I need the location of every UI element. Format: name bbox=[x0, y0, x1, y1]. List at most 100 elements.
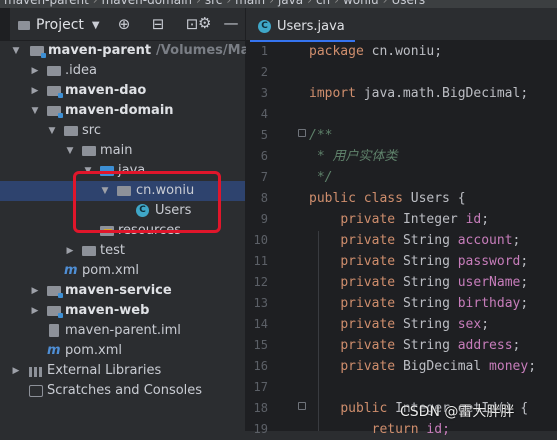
folder-icon bbox=[47, 66, 61, 76]
watermark-text: CSDN @雷大胖胖 bbox=[400, 404, 515, 420]
chevron-right-icon[interactable]: ▶ bbox=[29, 81, 41, 101]
hide-panel-icon[interactable]: — bbox=[223, 14, 238, 32]
tree-item-label: Scratches and Consoles bbox=[47, 383, 203, 398]
module-icon bbox=[47, 86, 63, 98]
tree-item-label: maven-domain bbox=[65, 103, 174, 118]
module-icon bbox=[47, 106, 63, 118]
chevron-down-icon[interactable]: ▼ bbox=[64, 141, 76, 161]
chevron-right-icon[interactable]: ▶ bbox=[29, 281, 41, 301]
breadcrumb-item[interactable]: Users bbox=[391, 0, 425, 7]
tree-item-external-libraries[interactable]: ▶ External Libraries bbox=[0, 361, 245, 381]
breadcrumb-separator: › bbox=[226, 0, 232, 7]
line-number: 17 bbox=[253, 380, 268, 394]
chevron-down-icon[interactable]: ▼ bbox=[92, 20, 100, 31]
chevron-right-icon[interactable]: ▶ bbox=[29, 301, 41, 321]
tree-item-iml[interactable]: maven-parent.iml bbox=[0, 321, 245, 341]
folder-icon bbox=[82, 246, 96, 256]
project-view-selector[interactable]: Project ▼ bbox=[18, 17, 100, 33]
tree-item-label: pom.xml bbox=[65, 343, 122, 358]
tree-item-test[interactable]: ▶ test bbox=[0, 241, 245, 261]
file-icon bbox=[49, 324, 59, 337]
chevron-right-icon[interactable]: ▶ bbox=[29, 61, 41, 81]
tree-item-label: maven-parent.iml bbox=[65, 323, 181, 338]
chevron-down-icon[interactable]: ▼ bbox=[10, 41, 22, 61]
chevron-down-icon[interactable]: ▼ bbox=[29, 101, 41, 121]
code-line-19: return id; bbox=[371, 422, 450, 437]
tree-item-src[interactable]: ▼ src bbox=[0, 121, 245, 141]
breadcrumb-item[interactable]: cn bbox=[316, 0, 330, 7]
line-number: 6 bbox=[260, 149, 268, 163]
line-number: 13 bbox=[253, 296, 268, 310]
line-number: 9 bbox=[260, 212, 268, 226]
line-number: 19 bbox=[253, 422, 268, 436]
line-number: 4 bbox=[260, 107, 268, 121]
navigation-breadcrumb: maven-parent › maven-domain › src › main › java ›… bbox=[0, 0, 557, 8]
tree-item-maven-domain[interactable]: ▼ maven-domain bbox=[0, 101, 245, 121]
gear-icon[interactable]: ⚙ bbox=[198, 14, 211, 32]
editor-tab-bar: C Users.java bbox=[246, 8, 557, 42]
tree-item-label: External Libraries bbox=[47, 363, 162, 378]
code-line-1: package cn.woniu; bbox=[309, 44, 443, 59]
line-number: 10 bbox=[253, 233, 268, 247]
breadcrumb-separator: › bbox=[196, 0, 201, 7]
chevron-right-icon[interactable]: ▶ bbox=[10, 361, 22, 381]
code-line-3: import java.math.BigDecimal; bbox=[309, 86, 529, 101]
folder-icon bbox=[18, 20, 30, 30]
line-number: 5 bbox=[260, 128, 268, 142]
line-number: 14 bbox=[253, 317, 268, 331]
code-line-5: /** bbox=[309, 128, 333, 143]
breadcrumb-separator: › bbox=[382, 0, 388, 7]
tree-item-scratches[interactable]: Scratches and Consoles bbox=[0, 381, 245, 401]
code-editor[interactable]: C Users.java 1 2 3 4 5 6 7 8 9 10 11 12 13 14 15 16 17 18… bbox=[246, 8, 557, 437]
tree-item-pom-parent[interactable]: m pom.xml bbox=[0, 341, 245, 361]
tree-item-main[interactable]: ▼ main bbox=[0, 141, 245, 161]
folder-icon bbox=[64, 126, 78, 136]
chevron-right-icon[interactable]: ▶ bbox=[64, 241, 76, 261]
editor-tab-users-java[interactable]: C Users.java bbox=[250, 12, 355, 42]
project-panel-title: Project bbox=[36, 17, 84, 33]
line-number: 2 bbox=[260, 65, 268, 79]
folder-icon bbox=[82, 146, 96, 156]
tree-item-idea[interactable]: ▶ .idea bbox=[0, 61, 245, 81]
line-number: 16 bbox=[253, 359, 268, 373]
tree-item-label: src bbox=[82, 123, 101, 138]
breadcrumb-item[interactable]: java bbox=[278, 0, 303, 7]
breadcrumb-item[interactable]: maven-domain bbox=[102, 0, 192, 7]
line-number: 1 bbox=[260, 44, 268, 58]
tree-item-pom-domain[interactable]: m pom.xml bbox=[0, 261, 245, 281]
code-line-6: * 用户实体类 bbox=[309, 149, 398, 164]
tree-item-maven-service[interactable]: ▶ maven-service bbox=[0, 281, 245, 301]
annotation-highlight-box bbox=[73, 171, 221, 233]
fold-marker-icon[interactable] bbox=[298, 129, 306, 137]
code-line-7: */ bbox=[309, 170, 333, 185]
line-number: 3 bbox=[260, 86, 268, 100]
fold-marker-icon[interactable] bbox=[298, 402, 306, 410]
breadcrumb-item[interactable]: src bbox=[205, 0, 223, 7]
class-icon: C bbox=[258, 19, 271, 33]
line-number: 7 bbox=[260, 170, 268, 184]
tree-item-maven-dao[interactable]: ▶ maven-dao bbox=[0, 81, 245, 101]
breadcrumb-item[interactable]: woniu bbox=[343, 0, 379, 7]
code-line-field: private String account; bbox=[340, 233, 521, 248]
tree-item-label: main bbox=[100, 143, 133, 158]
project-panel: Project ▼ ⊕ ⊟ ⊡ ⚙ — ▼ maven-parent/Volum… bbox=[0, 8, 271, 431]
tree-item-maven-parent[interactable]: ▼ maven-parent/Volumes/Mac2/ bbox=[0, 41, 271, 61]
code-line-field: private BigDecimal money; bbox=[340, 359, 537, 374]
breadcrumb-item[interactable]: main bbox=[235, 0, 265, 7]
tree-item-maven-web[interactable]: ▶ maven-web bbox=[0, 301, 245, 321]
code-line-8: public class Users { bbox=[309, 191, 466, 206]
module-icon bbox=[30, 46, 46, 58]
breadcrumb-item[interactable]: maven-parent bbox=[4, 0, 89, 7]
breadcrumb-separator: › bbox=[334, 0, 339, 7]
line-number: 11 bbox=[253, 254, 268, 268]
code-line-field: private String sex; bbox=[340, 317, 490, 332]
line-number: 18 bbox=[253, 401, 268, 415]
collapse-all-icon[interactable]: ⊟ bbox=[148, 14, 168, 34]
chevron-down-icon[interactable]: ▼ bbox=[46, 121, 58, 141]
locate-icon[interactable]: ⊕ bbox=[114, 14, 134, 34]
line-number: 15 bbox=[253, 338, 268, 352]
tree-item-label: pom.xml bbox=[82, 263, 139, 278]
tree-item-label: maven-parent bbox=[48, 43, 152, 58]
module-icon bbox=[47, 286, 63, 298]
tree-item-label: maven-web bbox=[65, 303, 150, 318]
